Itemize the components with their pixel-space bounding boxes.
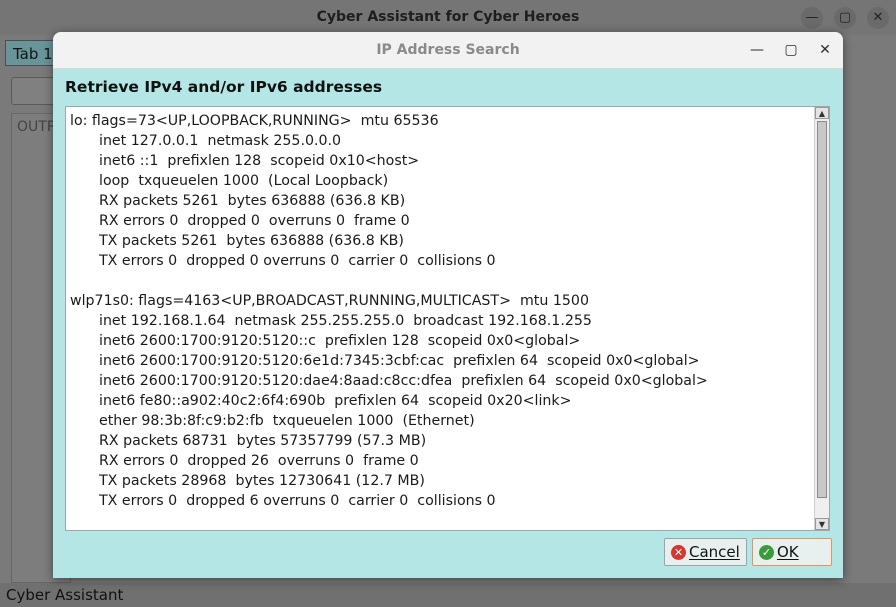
output-line: RX packets 5261 bytes 636888 (636.8 KB) bbox=[99, 193, 406, 209]
cancel-circle-icon: ✕ bbox=[671, 545, 686, 560]
output-line: inet6 2600:1700:9120:5120::c prefixlen 1… bbox=[99, 333, 581, 349]
output-line: inet6 2600:1700:9120:5120:dae4:8aad:c8cc… bbox=[99, 373, 708, 389]
output-line: TX packets 28968 bytes 12730641 (12.7 MB… bbox=[99, 473, 425, 489]
output-line: TX errors 0 dropped 0 overruns 0 carrier… bbox=[99, 253, 496, 269]
output-line: RX errors 0 dropped 26 overruns 0 frame … bbox=[99, 453, 419, 469]
output-line: wlp71s0: flags=4163<UP,BROADCAST,RUNNING… bbox=[70, 293, 589, 309]
dialog-close-button[interactable]: ✕ bbox=[814, 39, 836, 61]
check-circle-icon: ✓ bbox=[759, 545, 774, 560]
cancel-button-label: Cancel bbox=[689, 543, 740, 561]
output-line: loop txqueuelen 1000 (Local Loopback) bbox=[99, 173, 389, 189]
output-line: TX errors 0 dropped 6 overruns 0 carrier… bbox=[99, 493, 496, 509]
output-line: inet6 fe80::a902:40c2:6f4:690b prefixlen… bbox=[99, 393, 572, 409]
cancel-button[interactable]: ✕ Cancel bbox=[664, 538, 747, 566]
dialog-title: IP Address Search bbox=[53, 32, 843, 69]
output-line: lo: flags=73<UP,LOOPBACK,RUNNING> mtu 65… bbox=[70, 113, 439, 129]
scroll-up-arrow-icon[interactable]: ▲ bbox=[815, 107, 829, 119]
output-text-area[interactable]: lo: flags=73<UP,LOOPBACK,RUNNING> mtu 65… bbox=[65, 106, 830, 531]
output-line: inet6 2600:1700:9120:5120:6e1d:7345:3cbf… bbox=[99, 353, 700, 369]
main-close-button[interactable]: ✕ bbox=[867, 7, 889, 29]
output-line: RX errors 0 dropped 0 overruns 0 frame 0 bbox=[99, 213, 410, 229]
ok-button[interactable]: ✓ OK bbox=[752, 538, 832, 566]
output-line: inet 192.168.1.64 netmask 255.255.255.0 … bbox=[99, 313, 592, 329]
dialog-heading: Retrieve IPv4 and/or IPv6 addresses bbox=[65, 78, 383, 96]
main-maximize-button[interactable]: ▢ bbox=[834, 7, 856, 29]
output-line: inet 127.0.0.1 netmask 255.0.0.0 bbox=[99, 133, 342, 149]
main-output-label: OUTP bbox=[17, 119, 56, 135]
dialog-maximize-button[interactable]: ▢ bbox=[780, 39, 802, 61]
output-line: RX packets 68731 bytes 57357799 (57.3 MB… bbox=[99, 433, 427, 449]
output-line: inet6 ::1 prefixlen 128 scopeid 0x10<hos… bbox=[99, 153, 420, 169]
scrollbar-thumb[interactable] bbox=[817, 121, 827, 498]
main-window-title: Cyber Assistant for Cyber Heroes bbox=[0, 0, 896, 35]
ok-button-label: OK bbox=[777, 543, 799, 561]
status-bar: Cyber Assistant bbox=[0, 583, 896, 607]
output-line: ether 98:3b:8f:c9:b2:fb txqueuelen 1000 … bbox=[99, 413, 475, 429]
vertical-scrollbar[interactable]: ▲ ▼ bbox=[814, 107, 829, 530]
ip-search-dialog: IP Address Search — ▢ ✕ Retrieve IPv4 an… bbox=[53, 32, 843, 578]
scroll-down-arrow-icon[interactable]: ▼ bbox=[815, 518, 829, 530]
output-line: TX packets 5261 bytes 636888 (636.8 KB) bbox=[99, 233, 404, 249]
main-minimize-button[interactable]: — bbox=[801, 7, 823, 29]
output-lines: lo: flags=73<UP,LOOPBACK,RUNNING> mtu 65… bbox=[70, 111, 814, 511]
dialog-minimize-button[interactable]: — bbox=[746, 39, 768, 61]
